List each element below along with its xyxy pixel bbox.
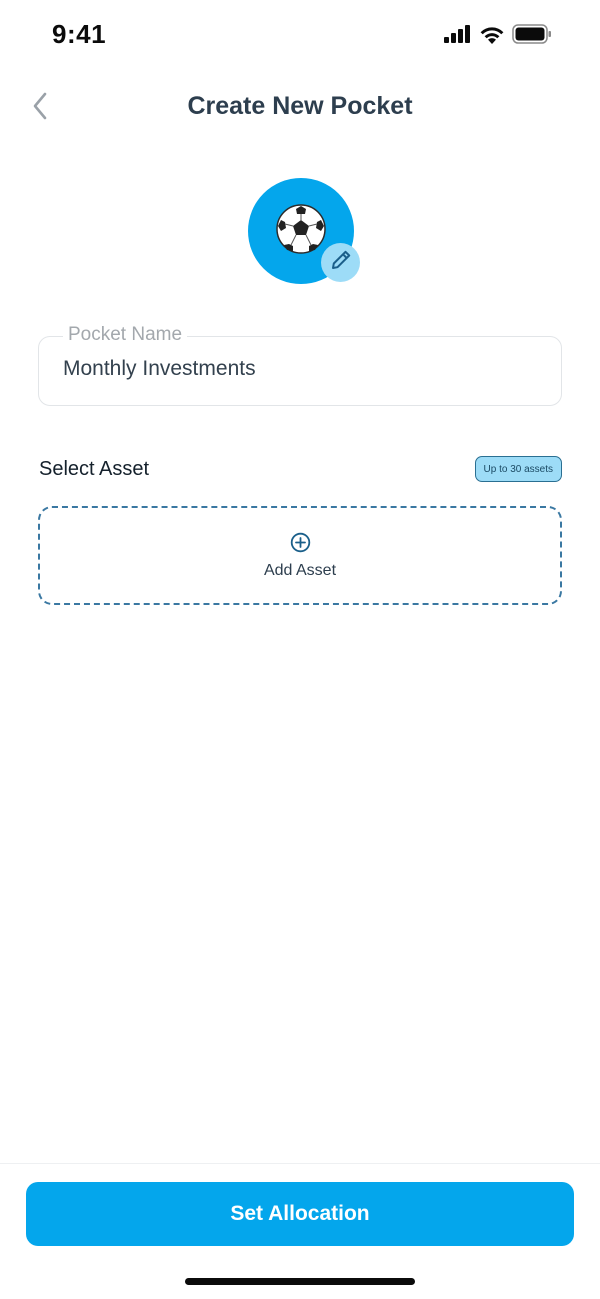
status-time: 9:41: [52, 19, 107, 49]
add-asset-label: Add Asset: [263, 561, 337, 579]
pencil-icon: [330, 249, 352, 276]
pocket-name-label: Pocket Name: [63, 324, 188, 346]
set-allocation-button[interactable]: Set Allocation: [26, 1182, 574, 1246]
page-title: Create New Pocket: [187, 92, 413, 120]
home-indicator: [185, 1278, 415, 1285]
footer-divider: [0, 1163, 600, 1164]
cellular-signal-icon: [444, 25, 472, 43]
pocket-name-field[interactable]: Pocket Name: [38, 324, 562, 406]
soccer-ball-icon: [275, 203, 327, 260]
status-icons: [444, 24, 552, 44]
wifi-icon: [479, 25, 505, 44]
battery-icon: [512, 24, 552, 44]
header: Create New Pocket: [0, 80, 600, 136]
add-asset-button[interactable]: Add Asset: [38, 506, 562, 605]
asset-limit-badge: Up to 30 assets: [474, 456, 562, 482]
edit-avatar-button[interactable]: [321, 243, 360, 282]
select-asset-title: Select Asset: [39, 458, 150, 480]
status-bar: 9:41: [0, 0, 600, 70]
plus-circle-icon: [290, 532, 311, 558]
pocket-name-input[interactable]: [63, 357, 533, 381]
